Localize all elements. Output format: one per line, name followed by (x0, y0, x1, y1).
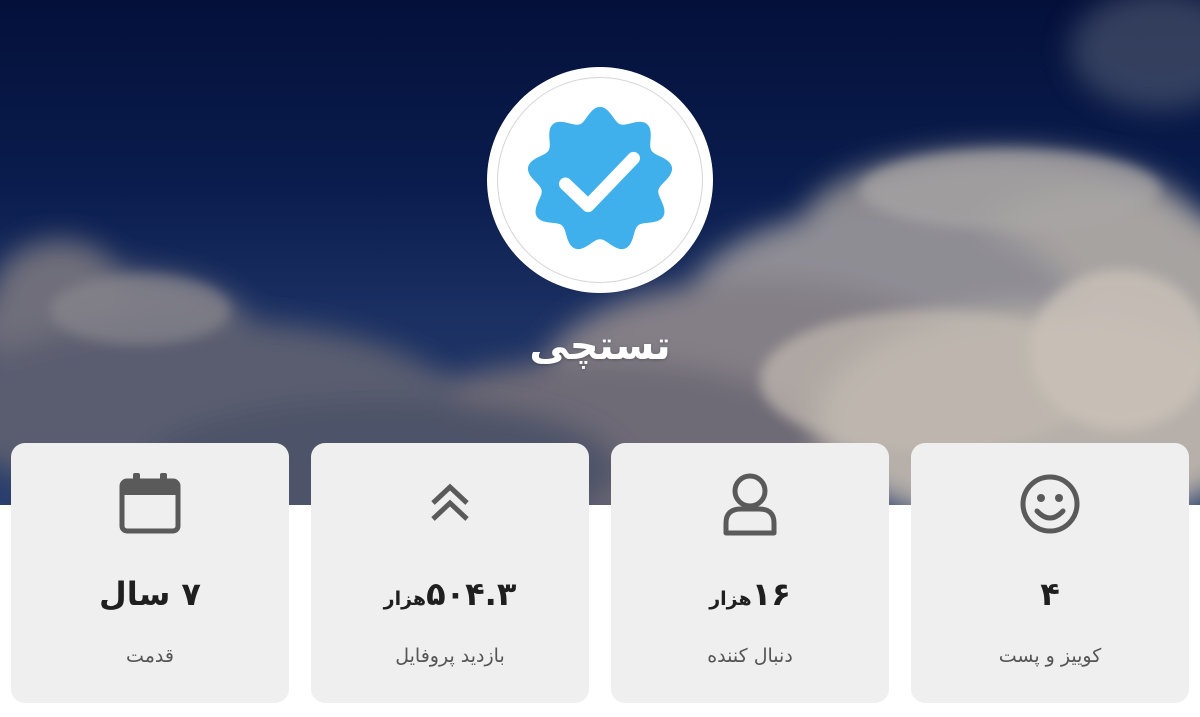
stat-value: ۷ سال (99, 575, 201, 613)
stat-card-age[interactable]: ۷ سال قدمت (11, 443, 289, 703)
stat-label: قدمت (126, 645, 174, 667)
stat-value: ۴ (1040, 575, 1060, 613)
verified-badge-icon (527, 106, 673, 250)
profile-name: تستچی (529, 323, 671, 369)
profile-cover: تستچی (0, 0, 1200, 505)
stat-label: کوییز و پست (998, 645, 1102, 667)
smiley-icon (911, 471, 1189, 537)
profile-page: تستچی ۷ سال قدمت ۵۰۴.۳هزار بازدید پروفای… (0, 0, 1200, 717)
user-icon (611, 471, 889, 537)
stats-row: ۷ سال قدمت ۵۰۴.۳هزار بازدید پروفایل ۱۶هز… (11, 443, 1189, 703)
stat-value: ۵۰۴.۳هزار (383, 575, 517, 613)
stat-card-followers[interactable]: ۱۶هزار دنبال کننده (611, 443, 889, 703)
double-chevron-up-icon (311, 471, 589, 537)
badge-shape (527, 106, 673, 250)
calendar-icon (11, 471, 289, 537)
stat-card-profile-views[interactable]: ۵۰۴.۳هزار بازدید پروفایل (311, 443, 589, 703)
stat-card-quizzes-posts[interactable]: ۴ کوییز و پست (911, 443, 1189, 703)
stat-label: بازدید پروفایل (395, 645, 505, 667)
avatar[interactable] (487, 67, 713, 293)
stat-value: ۱۶هزار (709, 575, 791, 613)
stat-label: دنبال کننده (707, 645, 793, 667)
